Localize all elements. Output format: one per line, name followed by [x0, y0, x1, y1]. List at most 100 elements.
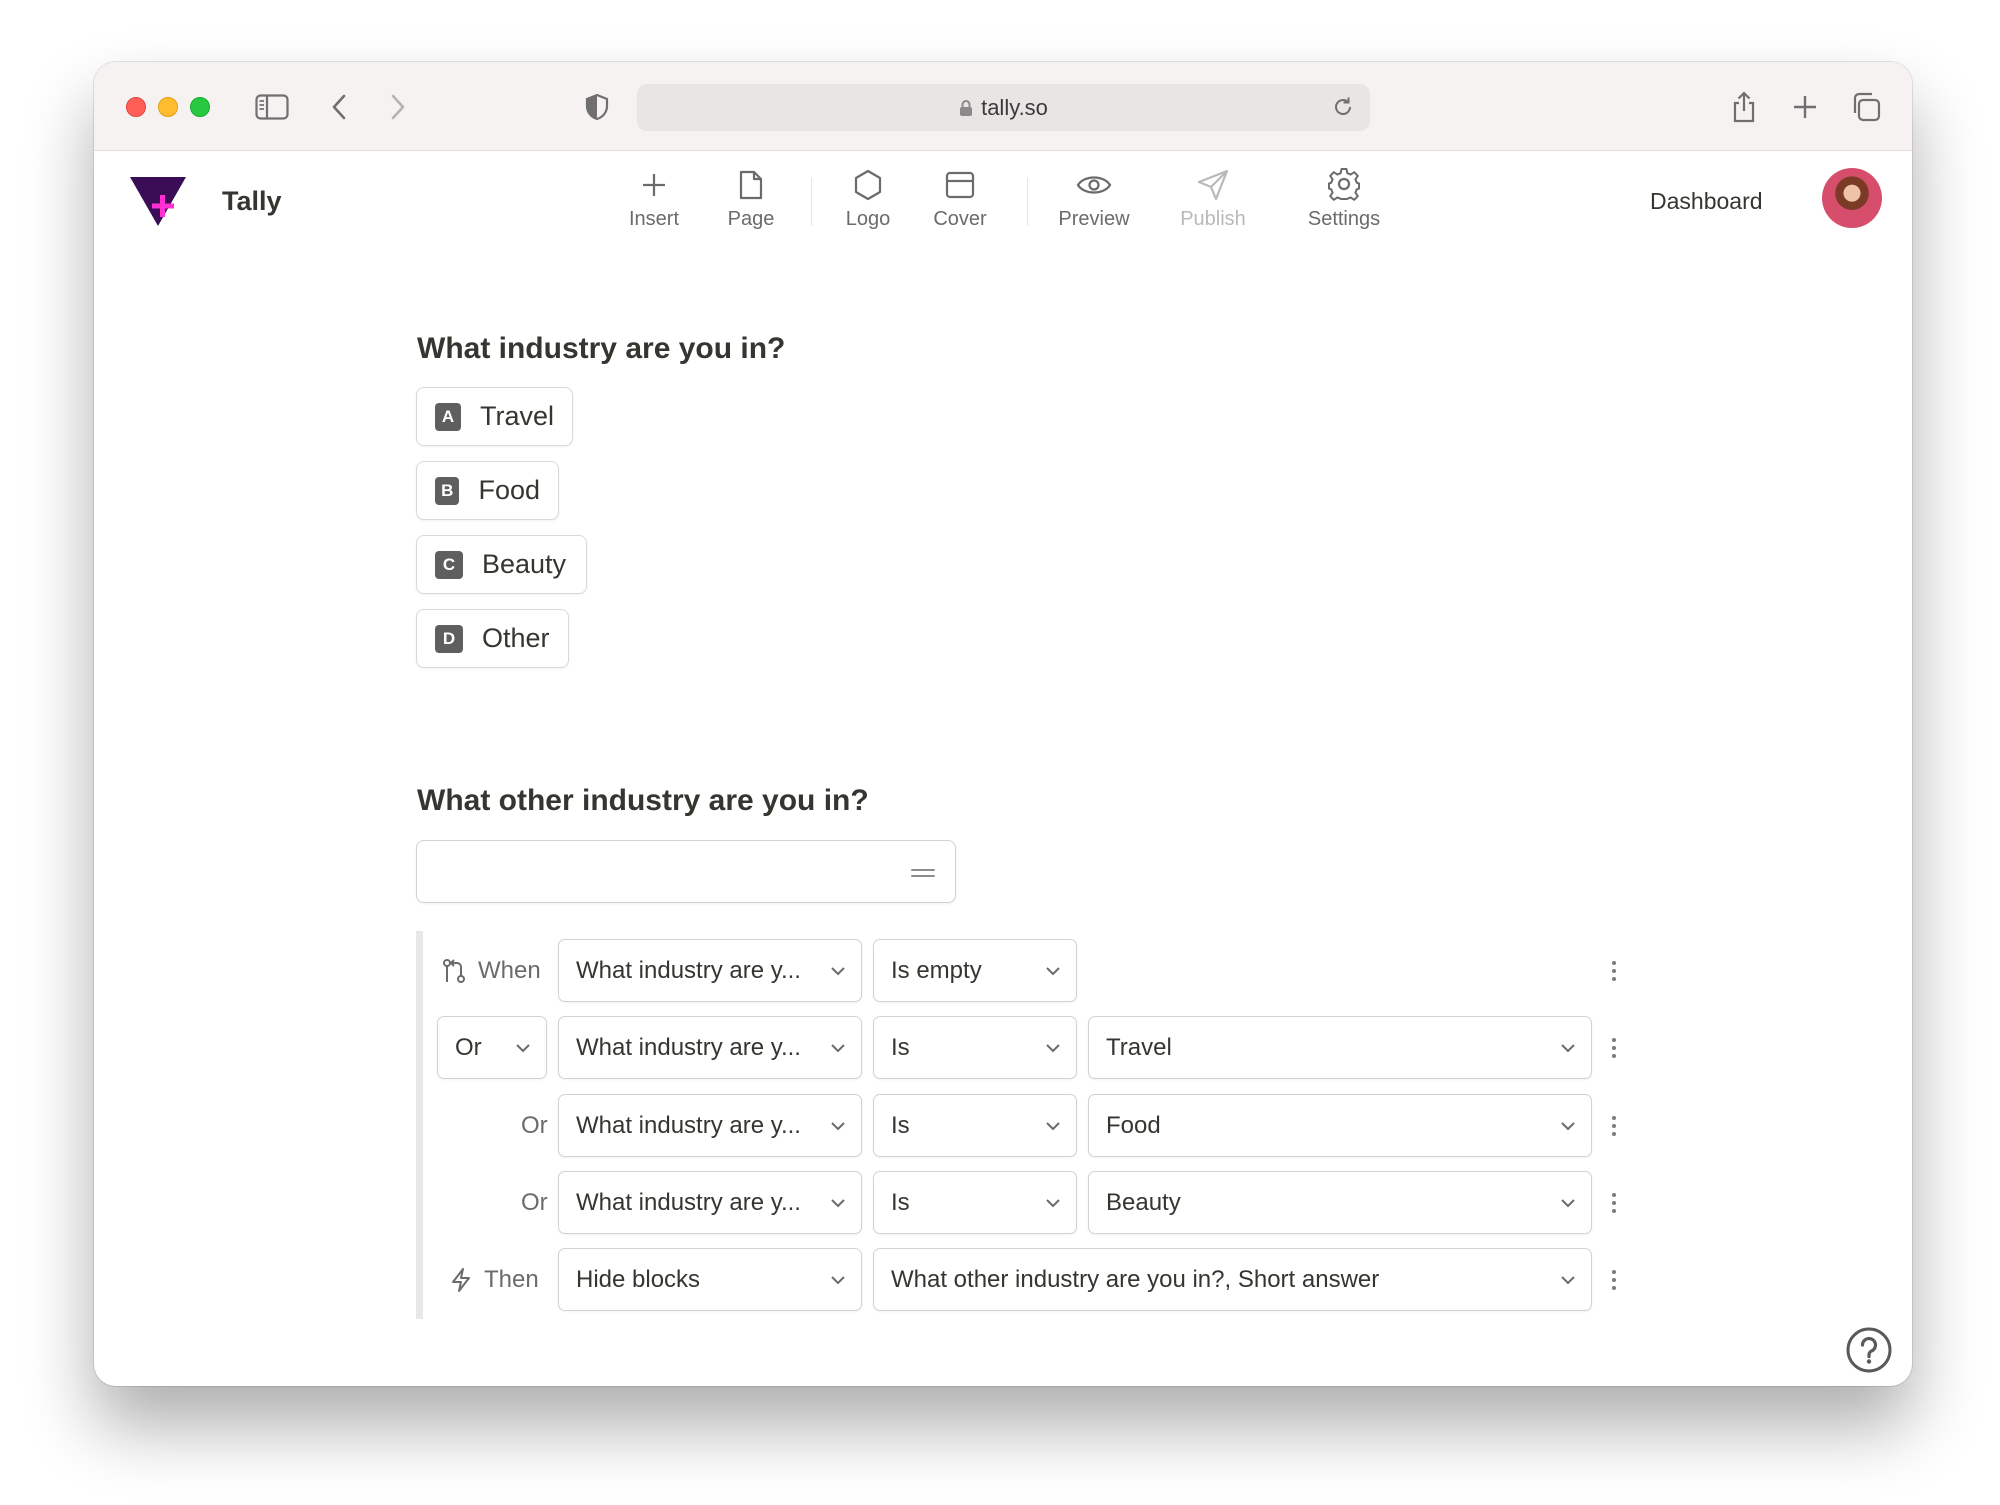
question-title[interactable]: What industry are you in? [417, 332, 785, 366]
chevron-down-icon [829, 962, 847, 980]
tab-overview-icon[interactable] [1848, 90, 1884, 124]
select-value: Hide blocks [576, 1265, 701, 1293]
condition-field-select[interactable]: What industry are y... [558, 1016, 862, 1079]
reload-icon[interactable] [1332, 96, 1354, 118]
when-text: When [478, 956, 541, 984]
choice-label: Travel [479, 401, 554, 431]
chevron-down-icon [514, 1039, 532, 1057]
condition-field-select[interactable]: What industry are y... [558, 1094, 862, 1157]
share-icon[interactable] [1726, 90, 1762, 124]
lightning-icon [450, 1267, 472, 1293]
preview-button[interactable]: Preview [1054, 166, 1134, 236]
action-type-select[interactable]: Hide blocks [558, 1248, 862, 1311]
short-answer-grip-icon [911, 869, 935, 877]
user-avatar[interactable] [1822, 168, 1882, 228]
chevron-down-icon [829, 1117, 847, 1135]
send-icon [1197, 166, 1229, 204]
toolbar-divider [811, 178, 812, 226]
select-value: Is [891, 1111, 910, 1139]
condition-field-select[interactable]: What industry are y... [558, 939, 862, 1002]
publish-label: Publish [1180, 208, 1246, 230]
dashboard-link[interactable]: Dashboard [1650, 188, 1763, 215]
select-value: What industry are y... [576, 956, 801, 984]
choice-key-badge: D [435, 624, 463, 653]
logo-button[interactable]: Logo [840, 166, 896, 236]
plus-icon [641, 166, 667, 204]
row-menu-icon[interactable] [1608, 1171, 1620, 1234]
maximize-window-button[interactable] [190, 97, 210, 117]
back-arrow-icon[interactable] [321, 90, 357, 124]
chevron-down-icon [1044, 1117, 1062, 1135]
close-window-button[interactable] [126, 97, 146, 117]
row-menu-icon[interactable] [1608, 1248, 1620, 1311]
question-title[interactable]: What other industry are you in? [417, 784, 869, 818]
or-label: Or [521, 1188, 548, 1216]
row-menu-icon[interactable] [1608, 1016, 1620, 1079]
insert-label: Insert [628, 208, 680, 230]
chevron-down-icon [829, 1039, 847, 1057]
condition-operator-select[interactable]: Is [873, 1016, 1077, 1079]
chevron-down-icon [829, 1271, 847, 1289]
choice-option-a[interactable]: A Travel [416, 387, 573, 446]
cover-button[interactable]: Cover [930, 166, 990, 236]
address-bar[interactable]: tally.so [637, 84, 1370, 131]
choice-label: Beauty [482, 549, 567, 579]
gear-icon [1327, 166, 1361, 204]
condition-operator-select[interactable]: Is [873, 1094, 1077, 1157]
help-icon[interactable] [1845, 1326, 1893, 1374]
browser-titlebar: tally.so [94, 62, 1912, 151]
lock-icon [959, 99, 973, 117]
page-icon [738, 166, 764, 204]
select-value: What other industry are you in?, Short a… [891, 1265, 1380, 1293]
choice-label: Food [478, 475, 540, 505]
choice-option-d[interactable]: D Other [416, 609, 569, 668]
action-target-select[interactable]: What other industry are you in?, Short a… [873, 1248, 1592, 1311]
chevron-down-icon [1559, 1117, 1577, 1135]
choice-key-badge: B [435, 476, 460, 505]
condition-value-select[interactable]: Beauty [1088, 1171, 1592, 1234]
choice-option-c[interactable]: C Beauty [416, 535, 587, 594]
row-menu-icon[interactable] [1608, 939, 1620, 1002]
url-text: tally.so [981, 94, 1048, 120]
chevron-down-icon [1559, 1271, 1577, 1289]
cover-icon [945, 166, 975, 204]
row-menu-icon[interactable] [1608, 1094, 1620, 1157]
chevron-down-icon [1044, 1039, 1062, 1057]
choice-key-badge: A [435, 402, 461, 431]
forward-arrow-icon[interactable] [380, 90, 416, 124]
choice-key-badge: C [435, 550, 463, 579]
condition-value-select[interactable]: Food [1088, 1094, 1592, 1157]
short-answer-input[interactable] [416, 840, 956, 903]
toolbar-divider [1027, 178, 1028, 226]
condition-value-select[interactable]: Travel [1088, 1016, 1592, 1079]
settings-button[interactable]: Settings [1302, 166, 1386, 236]
browser-window: tally.so Tally Insert Page Logo Cover Pr… [94, 62, 1912, 1386]
select-value: What industry are y... [576, 1188, 801, 1216]
condition-field-select[interactable]: What industry are y... [558, 1171, 862, 1234]
app-header: Tally Insert Page Logo Cover Preview Pub… [94, 152, 1912, 254]
chevron-down-icon [1044, 962, 1062, 980]
sidebar-toggle-icon[interactable] [254, 90, 290, 124]
choice-option-b[interactable]: B Food [416, 461, 559, 520]
select-value: What industry are y... [576, 1111, 801, 1139]
minimize-window-button[interactable] [158, 97, 178, 117]
chevron-down-icon [1044, 1194, 1062, 1212]
cover-label: Cover [933, 208, 987, 230]
chevron-down-icon [829, 1194, 847, 1212]
page-button[interactable]: Page [721, 166, 781, 236]
privacy-shield-icon[interactable] [579, 90, 615, 124]
chevron-down-icon [1559, 1039, 1577, 1057]
tally-logo[interactable] [128, 174, 190, 228]
condition-operator-select[interactable]: Is [873, 1171, 1077, 1234]
insert-button[interactable]: Insert [616, 166, 692, 236]
select-value: What industry are y... [576, 1033, 801, 1061]
select-value: Is empty [891, 956, 982, 984]
publish-button[interactable]: Publish [1177, 166, 1249, 236]
select-value: Travel [1106, 1033, 1172, 1061]
hexagon-icon [852, 166, 884, 204]
new-tab-plus-icon[interactable] [1787, 90, 1823, 124]
choice-label: Other [482, 623, 550, 653]
settings-label: Settings [1307, 208, 1381, 230]
condition-operator-select[interactable]: Is empty [873, 939, 1077, 1002]
connector-select[interactable]: Or [437, 1016, 547, 1079]
